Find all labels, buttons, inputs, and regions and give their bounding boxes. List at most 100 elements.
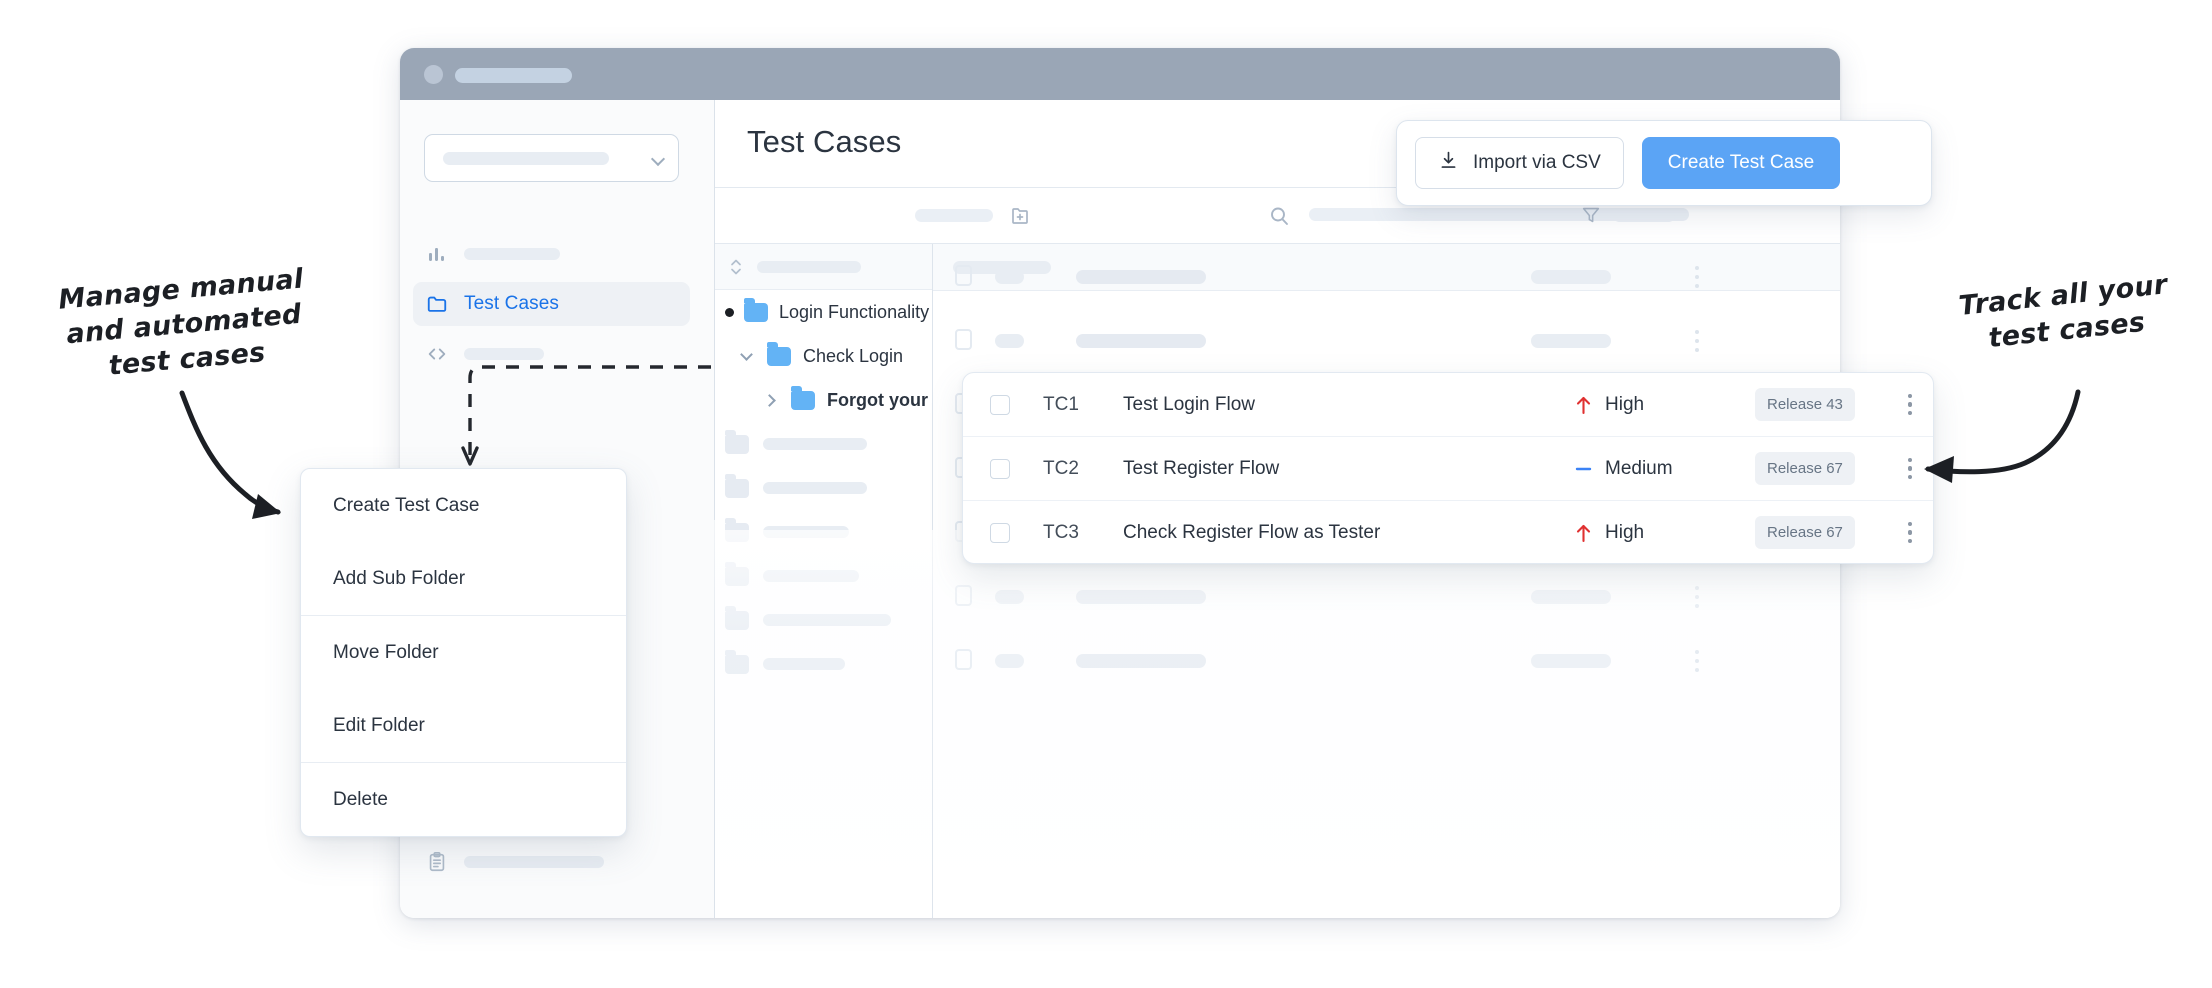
kebab-menu-icon[interactable] xyxy=(1695,586,1699,608)
row-title-placeholder xyxy=(1076,590,1206,604)
tree-row-label: Forgot your P xyxy=(827,390,945,411)
test-case-release: Release 67 xyxy=(1755,516,1887,549)
tree-row-label xyxy=(763,438,867,450)
filter-icon[interactable] xyxy=(1580,204,1602,226)
status-badge: Release 67 xyxy=(1755,516,1855,549)
folder-tree-panel: Login Functionality Check Login Forgot y… xyxy=(715,244,933,918)
context-menu-item-move-folder[interactable]: Move Folder xyxy=(301,616,626,689)
context-menu-item-add-sub-folder[interactable]: Add Sub Folder xyxy=(301,542,626,615)
test-case-title: Test Login Flow xyxy=(1123,394,1575,416)
sidebar-footer-label xyxy=(464,856,604,868)
sidebar-item-automation[interactable] xyxy=(413,332,690,376)
context-menu-item-edit-folder[interactable]: Edit Folder xyxy=(301,689,626,762)
context-menu-item-delete[interactable]: Delete xyxy=(301,763,626,836)
row-checkbox[interactable] xyxy=(990,459,1010,479)
test-case-id: TC2 xyxy=(1043,458,1123,480)
sort-updown-icon[interactable] xyxy=(729,257,743,277)
tree-row[interactable] xyxy=(715,554,932,598)
tree-row[interactable] xyxy=(715,466,932,510)
row-checkbox[interactable] xyxy=(955,585,972,606)
tree-row[interactable] xyxy=(715,598,932,642)
dash-icon xyxy=(1575,459,1592,479)
titlebar-placeholder xyxy=(455,68,572,83)
folder-tree-header xyxy=(715,244,932,290)
row-title-placeholder xyxy=(1076,654,1206,668)
table-skeleton-row[interactable] xyxy=(933,564,1840,628)
tree-row-label xyxy=(763,658,845,670)
row-checkbox[interactable] xyxy=(955,329,972,350)
annotation-right: Track all your test cases xyxy=(1937,265,2193,361)
tree-row[interactable] xyxy=(715,642,932,686)
kebab-menu-icon[interactable] xyxy=(1695,266,1699,288)
context-menu-group: Move Folder Edit Folder xyxy=(301,616,626,763)
test-case-priority: High xyxy=(1575,522,1755,544)
row-id-placeholder xyxy=(995,654,1024,668)
row-release-placeholder xyxy=(1531,654,1611,668)
priority-label: High xyxy=(1605,394,1644,416)
sidebar-item-test-cases[interactable]: Test Cases xyxy=(413,282,690,326)
create-test-case-button[interactable]: Create Test Case xyxy=(1642,137,1840,189)
test-case-release: Release 67 xyxy=(1755,452,1887,485)
test-case-id: TC3 xyxy=(1043,522,1123,544)
folder-plus-icon[interactable] xyxy=(1008,204,1032,228)
test-case-table-panel xyxy=(933,244,1840,918)
tree-row[interactable]: Check Login xyxy=(715,334,932,378)
toolbar-left-placeholder xyxy=(915,209,993,222)
status-badge: Release 67 xyxy=(1755,452,1855,485)
test-case-row[interactable]: TC1Test Login FlowHighRelease 43 xyxy=(963,373,1933,437)
test-case-release: Release 43 xyxy=(1755,388,1887,421)
folder-icon-grey xyxy=(725,479,749,498)
context-menu-group: Create Test Case Add Sub Folder xyxy=(301,469,626,616)
tree-row[interactable] xyxy=(715,422,932,466)
table-skeleton-row[interactable] xyxy=(933,244,1840,308)
kebab-menu-icon[interactable] xyxy=(1887,394,1933,416)
table-skeleton-row[interactable] xyxy=(933,628,1840,692)
tree-row-label xyxy=(763,482,867,494)
row-checkbox[interactable] xyxy=(955,649,972,670)
tree-row-label xyxy=(763,570,859,582)
test-case-priority: Medium xyxy=(1575,458,1755,480)
folder-icon-grey xyxy=(725,567,749,586)
test-case-row[interactable]: TC3Check Register Flow as Tester High Rele… xyxy=(963,501,1933,564)
kebab-menu-icon[interactable] xyxy=(1695,330,1699,352)
tree-row[interactable]: Forgot your P xyxy=(715,378,932,422)
folder-tree-skeleton xyxy=(715,422,932,686)
caret-down-icon[interactable] xyxy=(740,349,754,363)
kebab-menu-icon[interactable] xyxy=(1887,458,1933,480)
project-select[interactable] xyxy=(424,134,679,182)
test-case-priority: High xyxy=(1575,394,1755,416)
row-release-placeholder xyxy=(1531,270,1611,284)
tree-row-label: Login Functionality xyxy=(779,302,929,323)
folder-icon-blue xyxy=(791,391,815,410)
priority-label: High xyxy=(1605,522,1644,544)
status-badge: Release 43 xyxy=(1755,388,1855,421)
test-case-list-overlay: TC1Test Login FlowHighRelease 43TC2Test … xyxy=(962,372,1934,564)
sidebar-footer-item[interactable] xyxy=(413,842,690,882)
kebab-menu-icon[interactable] xyxy=(1887,522,1933,544)
tree-row[interactable] xyxy=(715,510,932,554)
tree-row[interactable]: Login Functionality xyxy=(715,290,932,334)
import-via-csv-button[interactable]: Import via CSV xyxy=(1415,137,1624,189)
download-icon xyxy=(1438,150,1459,177)
row-id-placeholder xyxy=(995,334,1024,348)
code-brackets-icon xyxy=(426,343,448,365)
row-checkbox[interactable] xyxy=(955,265,972,286)
table-skeleton-row[interactable] xyxy=(933,308,1840,372)
row-checkbox[interactable] xyxy=(990,395,1010,415)
kebab-menu-icon[interactable] xyxy=(1695,650,1699,672)
caret-right-icon[interactable] xyxy=(764,393,778,407)
test-case-title: Test Register Flow xyxy=(1123,458,1575,480)
arrow-up-icon xyxy=(1575,523,1592,543)
floating-action-bar: Import via CSV Create Test Case xyxy=(1396,120,1932,206)
filter-label-placeholder xyxy=(1613,209,1675,222)
sidebar-item-dashboard[interactable] xyxy=(413,232,690,276)
project-select-placeholder xyxy=(443,152,609,165)
row-checkbox[interactable] xyxy=(990,523,1010,543)
context-menu-item-create-test-case[interactable]: Create Test Case xyxy=(301,469,626,542)
test-case-row[interactable]: TC2Test Register FlowMediumRelease 67 xyxy=(963,437,1933,501)
folder-icon-grey xyxy=(725,655,749,674)
sidebar-item-label xyxy=(464,248,560,260)
clipboard-list-icon xyxy=(426,851,448,873)
search-icon[interactable] xyxy=(1267,204,1291,228)
test-case-title: Check Register Flow as Tester xyxy=(1123,522,1575,544)
